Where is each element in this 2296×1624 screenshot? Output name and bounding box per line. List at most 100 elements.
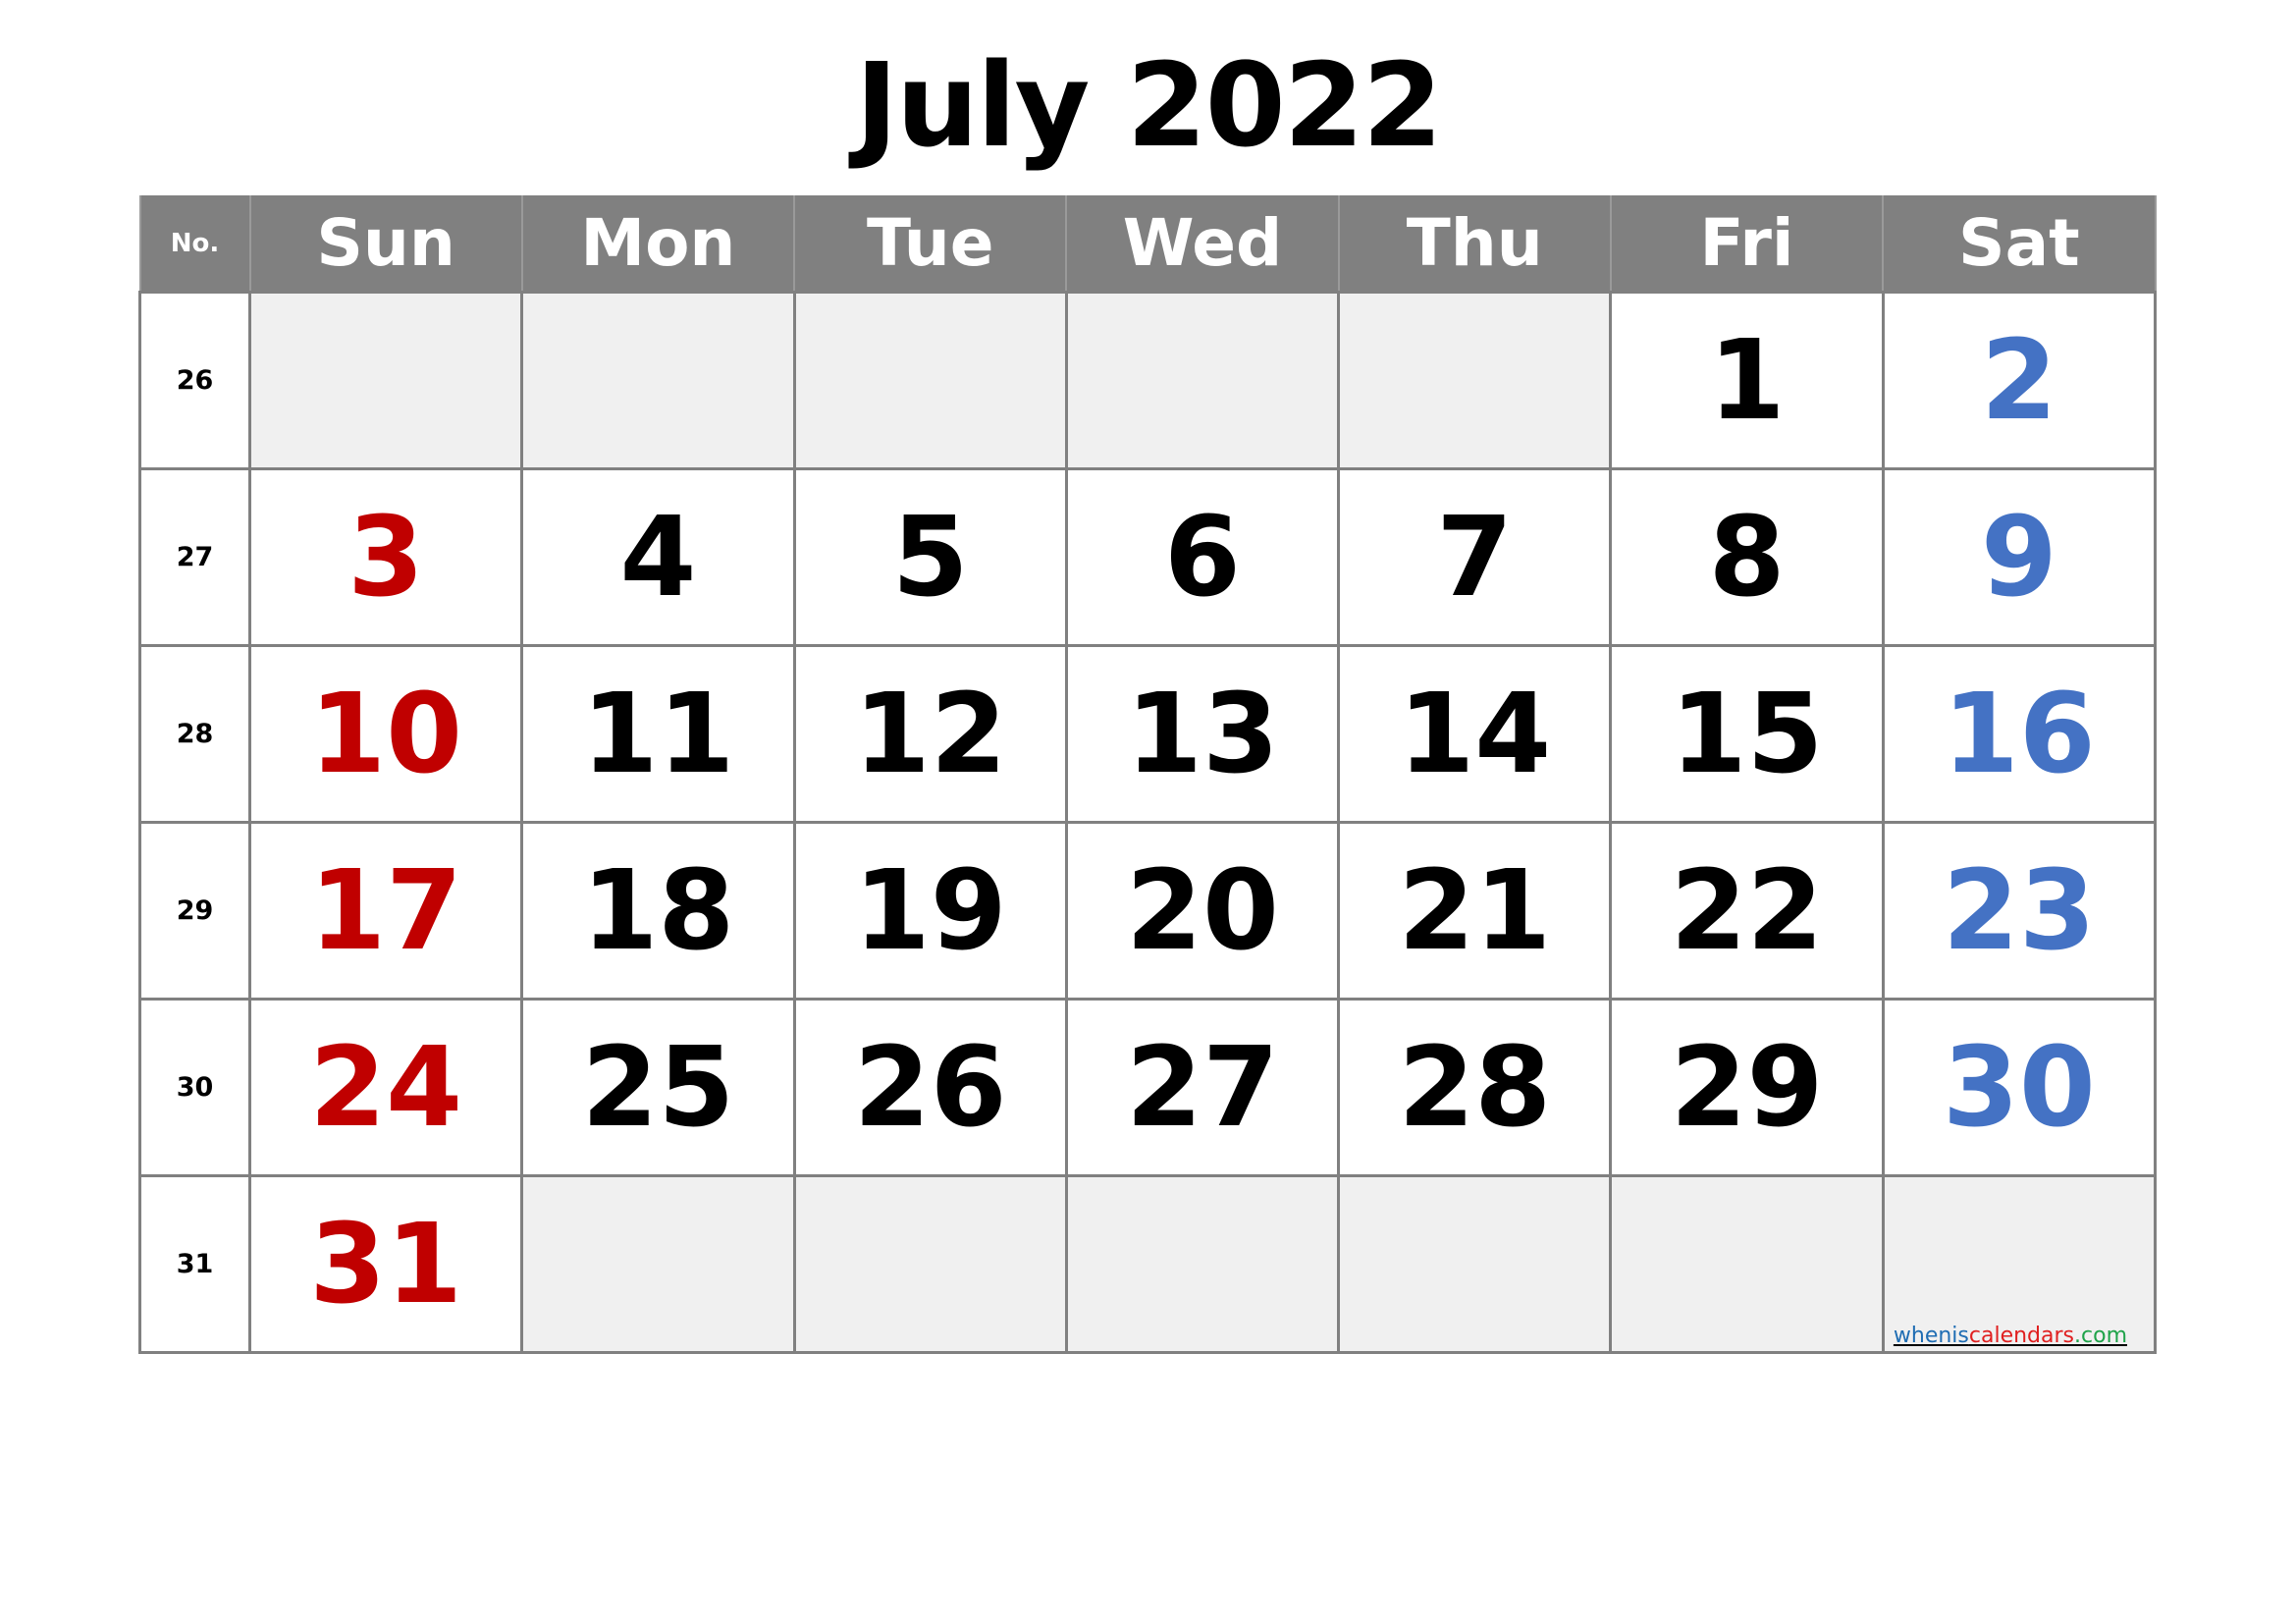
day-number: 9 [1980,493,2057,622]
day-number: 29 [1670,1023,1824,1152]
day-number: 4 [619,493,697,622]
week-row: 27 3 4 5 6 7 8 9 [138,467,2158,647]
week-row: 26 1 2 [138,291,2158,470]
week-row: 30 24 25 26 27 28 29 30 [138,998,2158,1177]
day-cell: 17 [247,821,524,1001]
day-cell: 7 [1337,467,1613,647]
weekday-header-mon: Mon [520,195,796,294]
day-number: 5 [891,493,969,622]
day-cell: 16 [1881,644,2158,824]
day-cell: 13 [1064,644,1341,824]
week-row: 28 10 11 12 13 14 15 16 [138,644,2158,824]
day-cell: 1 [1609,291,1885,470]
week-number: 30 [138,998,251,1177]
day-number: 16 [1942,670,2096,798]
day-cell: 24 [247,998,524,1177]
weekday-header-wed: Wed [1065,195,1340,294]
day-cell: 4 [520,467,796,647]
watermark-part: calendars [1968,1324,2075,1348]
day-cell: 8 [1609,467,1885,647]
empty-day-cell: wheniscalendars.com [1881,1174,2158,1354]
day-number: 25 [581,1023,735,1152]
day-cell: 28 [1337,998,1613,1177]
week-number: 26 [138,291,251,470]
weekday-header-sat: Sat [1882,195,2157,294]
week-number: 31 [138,1174,251,1354]
empty-day-cell [792,1174,1068,1354]
calendar-title: July 2022 [855,37,1443,173]
watermark-link[interactable]: wheniscalendars.com [1894,1324,2127,1348]
day-cell: 20 [1064,821,1341,1001]
day-number: 19 [853,846,1007,975]
empty-day-cell [520,291,796,470]
day-number: 26 [853,1023,1007,1152]
day-number: 31 [309,1200,463,1328]
day-number: 21 [1398,846,1552,975]
week-number: 28 [138,644,251,824]
weekday-header-sun: Sun [248,195,523,294]
day-cell: 12 [792,644,1068,824]
day-number: 28 [1398,1023,1552,1152]
day-number: 27 [1126,1023,1279,1152]
empty-day-cell [520,1174,796,1354]
day-cell: 31 [247,1174,524,1354]
day-cell: 25 [520,998,796,1177]
day-cell: 26 [792,998,1068,1177]
empty-day-cell [1064,291,1341,470]
empty-day-cell [1064,1174,1341,1354]
day-cell: 19 [792,821,1068,1001]
day-cell: 14 [1337,644,1613,824]
day-cell: 30 [1881,998,2158,1177]
day-cell: 5 [792,467,1068,647]
weekday-header-tue: Tue [793,195,1068,294]
weekday-header-row: No. Sun Mon Tue Wed Thu Fri Sat [138,195,2157,294]
day-cell: 29 [1609,998,1885,1177]
day-number: 23 [1942,846,2096,975]
day-number: 24 [309,1023,463,1152]
day-number: 2 [1980,316,2057,445]
day-number: 13 [1126,670,1279,798]
day-cell: 3 [247,467,524,647]
day-number: 12 [853,670,1007,798]
week-row: 31 31 wheniscalendars.com [138,1174,2158,1354]
day-number: 8 [1708,493,1786,622]
day-number: 11 [581,670,735,798]
empty-day-cell [1609,1174,1885,1354]
empty-day-cell [792,291,1068,470]
day-cell: 22 [1609,821,1885,1001]
watermark-part: whenis [1893,1324,1969,1348]
day-number: 10 [309,670,463,798]
empty-day-cell [1337,291,1613,470]
day-cell: 27 [1064,998,1341,1177]
weekday-header-thu: Thu [1337,195,1612,294]
day-cell: 18 [520,821,796,1001]
empty-day-cell [247,291,524,470]
day-cell: 10 [247,644,524,824]
week-row: 29 17 18 19 20 21 22 23 [138,821,2158,1001]
day-cell: 11 [520,644,796,824]
day-number: 15 [1670,670,1824,798]
day-cell: 15 [1609,644,1885,824]
calendar-grid: No. Sun Mon Tue Wed Thu Fri Sat 26 1 2 27 3 4… [138,195,2158,1354]
day-number: 6 [1164,493,1241,622]
day-cell: 23 [1881,821,2158,1001]
day-number: 18 [581,846,735,975]
day-number: 14 [1398,670,1552,798]
day-number: 30 [1942,1023,2096,1152]
week-number: 27 [138,467,251,647]
watermark-part: .com [2074,1324,2127,1348]
day-number: 7 [1436,493,1514,622]
day-number: 1 [1708,316,1786,445]
week-number-header: No. [138,195,251,294]
day-number: 20 [1126,846,1279,975]
week-number: 29 [138,821,251,1001]
day-number: 3 [347,493,425,622]
day-cell: 6 [1064,467,1341,647]
day-cell: 21 [1337,821,1613,1001]
weekday-header-fri: Fri [1609,195,1885,294]
day-number: 22 [1670,846,1824,975]
day-cell: 2 [1881,291,2158,470]
day-cell: 9 [1881,467,2158,647]
empty-day-cell [1337,1174,1613,1354]
day-number: 17 [309,846,463,975]
